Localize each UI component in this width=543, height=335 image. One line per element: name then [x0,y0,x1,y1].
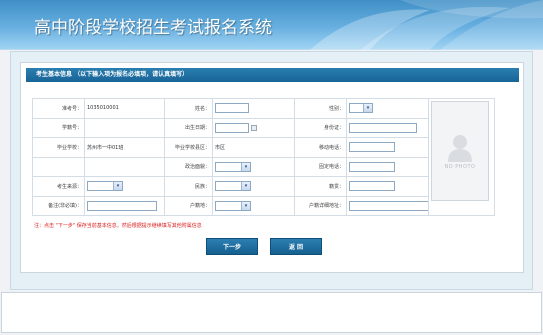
student-info-form: 准考号： 1035010001 姓名： 性别： ▾ NO PHOTO 学籍号： … [32,98,495,216]
native-input[interactable] [349,181,395,192]
name-input[interactable] [215,103,249,114]
empty-label-cell [32,156,85,177]
back-button[interactable]: 返 回 [270,238,322,255]
app-title: 高中阶段学校招生考试报名系统 [34,18,272,38]
student-id-value [84,117,165,138]
name-label: 姓名： [164,98,213,119]
birth-date-input[interactable] [215,122,249,133]
school-district-label: 毕业学校县区： [164,137,213,158]
hukou-detail-input[interactable] [349,200,428,211]
native-label: 籍贯： [294,176,347,197]
ethnic-select[interactable]: ▾ [215,181,251,192]
birth-label: 出生日期： [164,117,213,138]
user-silhouette-icon [448,135,472,162]
chevron-down-icon: ▾ [241,201,250,210]
header-banner: 高中阶段学校招生考试报名系统 [0,0,543,50]
student-id-label: 学籍号： [32,117,85,138]
remark-input[interactable] [87,200,157,211]
mobile-input[interactable] [349,142,395,153]
empty-value-cell [84,156,165,177]
id-card-label: 身份证： [294,117,347,138]
chevron-down-icon: ▾ [241,182,250,191]
id-card-input[interactable] [349,122,417,133]
ethnic-label: 民族： [164,176,213,197]
chevron-down-icon: ▾ [363,104,372,113]
hukou-label: 户籍地： [164,195,213,216]
banner-decoration [310,0,543,50]
hukou-select[interactable]: ▾ [215,200,251,211]
photo-placeholder[interactable]: NO PHOTO [431,101,489,201]
chevron-down-icon: ▾ [241,162,250,171]
mobile-label: 移动电话： [294,137,347,158]
school-label: 毕业学校： [32,137,85,158]
school-value: 苏州市一中01班 [84,137,165,158]
gender-label: 性别： [294,98,347,119]
form-note: 注：点击 "下一步" 保存当前基本信息，然后根据提示继续填写其他附属信息 [34,223,202,229]
source-select[interactable]: ▾ [87,181,123,192]
chevron-down-icon: ▾ [113,182,122,191]
photo-cell: NO PHOTO [428,98,495,216]
panel-title: 考生基本信息 （以下输入项为报名必填项，请认真填写） [26,68,519,82]
gender-select[interactable]: ▾ [349,103,373,114]
calendar-icon[interactable] [251,124,257,131]
school-district-value: 市区 [212,137,295,158]
phone-label: 固定电话： [294,156,347,177]
political-label: 政治面貌： [164,156,213,177]
hukou-detail-label: 户籍详细地址： [294,195,347,216]
source-label: 考生来源： [32,176,85,197]
exam-no-label: 准考号： [32,98,85,119]
political-select[interactable]: ▾ [215,161,251,172]
exam-no-value: 1035010001 [84,98,165,119]
phone-input[interactable] [349,161,395,172]
remark-label: 备注(非必填)： [32,195,85,216]
no-photo-label: NO PHOTO [444,164,476,170]
footer-box [1,292,542,333]
next-button[interactable]: 下一步 [206,238,258,255]
